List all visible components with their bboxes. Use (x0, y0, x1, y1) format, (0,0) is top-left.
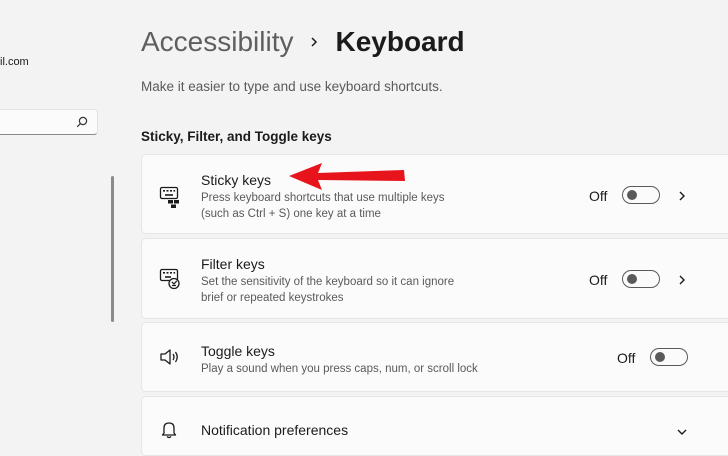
account-email: il.com (0, 56, 29, 68)
sticky-keys-state: Off (589, 188, 608, 204)
chevron-right-icon[interactable] (677, 189, 687, 207)
breadcrumb-accessibility[interactable]: Accessibility (141, 26, 293, 58)
filter-keys-description: Set the sensitivity of the keyboard so i… (201, 274, 531, 306)
filter-keys-desc-line2: brief or repeated keystrokes (201, 292, 344, 304)
filter-keys-icon (159, 268, 181, 295)
sticky-keys-card[interactable]: Sticky keys Press keyboard shortcuts tha… (141, 154, 728, 234)
section-title: Sticky, Filter, and Toggle keys (141, 129, 332, 144)
sticky-keys-toggle[interactable] (622, 186, 660, 204)
toggle-keys-toggle[interactable] (650, 348, 688, 366)
sticky-keys-title: Sticky keys (201, 172, 272, 188)
toggle-knob (627, 274, 637, 284)
page-title: Keyboard (335, 26, 465, 57)
toggle-keys-desc-line1: Play a sound when you press caps, num, o… (201, 363, 478, 375)
breadcrumb: Accessibility Keyboard (141, 22, 465, 62)
notification-preferences-card[interactable]: Notification preferences (141, 396, 728, 456)
chevron-right-icon (309, 36, 319, 48)
filter-keys-toggle[interactable] (622, 270, 660, 288)
sticky-keys-icon (159, 186, 181, 213)
filter-keys-title: Filter keys (201, 256, 265, 272)
settings-search-input[interactable] (0, 109, 98, 135)
chevron-down-icon[interactable] (676, 424, 688, 442)
sidebar-scrollbar[interactable] (111, 176, 114, 322)
sticky-keys-desc-line2: (such as Ctrl + S) one key at a time (201, 208, 381, 220)
filter-keys-state: Off (589, 272, 608, 288)
filter-keys-desc-line1: Set the sensitivity of the keyboard so i… (201, 276, 455, 288)
chevron-right-icon[interactable] (677, 273, 687, 291)
toggle-keys-state: Off (617, 350, 636, 366)
annotation-arrow-icon (288, 160, 408, 197)
toggle-knob (655, 352, 665, 362)
toggle-knob (627, 190, 637, 200)
speaker-icon (159, 347, 181, 372)
toggle-keys-card[interactable]: Toggle keys Play a sound when you press … (141, 322, 728, 392)
filter-keys-card[interactable]: Filter keys Set the sensitivity of the k… (141, 238, 728, 319)
notification-preferences-title: Notification preferences (201, 422, 349, 438)
toggle-keys-title: Toggle keys (201, 343, 275, 359)
page-description: Make it easier to type and use keyboard … (141, 79, 443, 94)
bell-icon (159, 419, 179, 444)
search-icon (76, 115, 88, 133)
toggle-keys-description: Play a sound when you press caps, num, o… (201, 361, 531, 377)
